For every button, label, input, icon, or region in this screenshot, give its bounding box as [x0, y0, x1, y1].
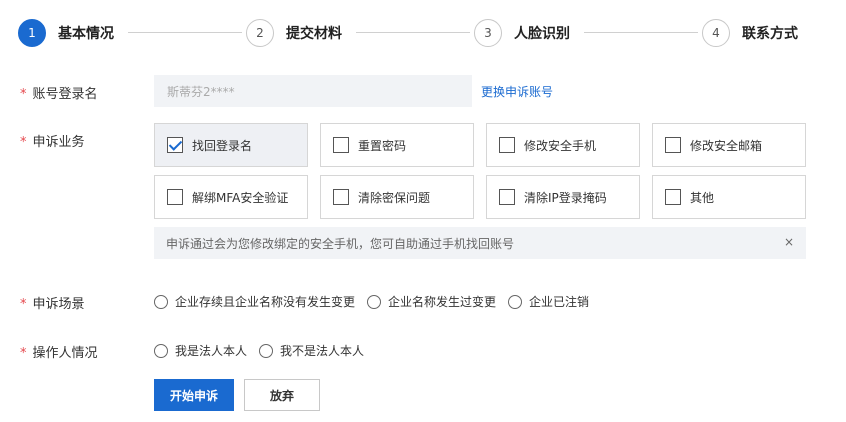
operator-option-not-legal-rep[interactable]: 我不是法人本人	[259, 342, 364, 359]
notice-text: 申诉通过会为您修改绑定的安全手机，您可自助通过手机找回账号	[166, 236, 515, 251]
checkbox-icon[interactable]	[665, 189, 681, 205]
business-option-label: 修改安全手机	[524, 138, 597, 153]
radio-icon[interactable]	[154, 343, 168, 358]
change-account-link[interactable]: 更换申诉账号	[481, 83, 553, 100]
checkbox-icon[interactable]	[333, 137, 349, 153]
business-option-clear-security-question[interactable]: 清除密保问题	[320, 175, 474, 219]
scenario-option-deregistered[interactable]: 企业已注销	[508, 293, 589, 310]
scenario-option-active[interactable]: 企业存续且企业名称没有发生变更	[154, 293, 355, 310]
step-connector	[584, 32, 698, 33]
business-label-text: 申诉业务	[32, 135, 85, 150]
business-option-unbind-mfa[interactable]: 解绑MFA安全验证	[154, 175, 308, 219]
step-label: 人脸识别	[514, 26, 570, 42]
account-name-field: 斯蒂芬2****	[154, 75, 472, 107]
account-label: * 账号登录名	[20, 83, 98, 102]
required-mark: *	[20, 297, 27, 312]
step-number: 3	[474, 19, 502, 47]
operator-label: * 操作人情况	[20, 342, 98, 361]
checkbox-icon[interactable]	[333, 189, 349, 205]
required-mark: *	[20, 135, 27, 150]
radio-label: 企业存续且企业名称没有发生变更	[175, 295, 356, 309]
business-option-other[interactable]: 其他	[652, 175, 806, 219]
operator-radio-group: 我是法人本人 我不是法人本人	[154, 342, 376, 359]
radio-label: 企业已注销	[529, 295, 590, 309]
checkbox-icon[interactable]	[499, 189, 515, 205]
business-option-label: 修改安全邮箱	[690, 138, 763, 153]
scenario-radio-group: 企业存续且企业名称没有发生变更 企业名称发生过变更 企业已注销	[154, 293, 601, 310]
account-label-text: 账号登录名	[32, 87, 98, 102]
step-label: 联系方式	[742, 26, 798, 42]
operator-option-legal-rep[interactable]: 我是法人本人	[154, 342, 247, 359]
close-icon[interactable]: ×	[784, 235, 794, 249]
checkbox-icon[interactable]	[167, 189, 183, 205]
required-mark: *	[20, 87, 27, 102]
step-connector	[128, 32, 242, 33]
business-notice: 申诉通过会为您修改绑定的安全手机，您可自助通过手机找回账号 ×	[154, 227, 806, 259]
abandon-button[interactable]: 放弃	[244, 379, 320, 411]
radio-label: 企业名称发生过变更	[388, 295, 497, 309]
scenario-option-renamed[interactable]: 企业名称发生过变更	[367, 293, 496, 310]
scenario-label: * 申诉场景	[20, 293, 85, 312]
account-name-value: 斯蒂芬2****	[167, 84, 235, 99]
radio-icon[interactable]	[508, 294, 523, 309]
radio-icon[interactable]	[367, 294, 382, 309]
checkbox-checked-icon[interactable]	[167, 137, 183, 153]
step-4: 4 联系方式	[702, 18, 798, 48]
business-option-label: 清除密保问题	[358, 190, 431, 205]
business-option-clear-ip-mask[interactable]: 清除IP登录掩码	[486, 175, 640, 219]
business-option-change-phone[interactable]: 修改安全手机	[486, 123, 640, 167]
checkbox-icon[interactable]	[499, 137, 515, 153]
radio-icon[interactable]	[259, 343, 274, 358]
step-2: 2 提交材料	[246, 18, 342, 48]
start-appeal-button[interactable]: 开始申诉	[154, 379, 234, 411]
radio-label: 我是法人本人	[175, 344, 248, 358]
business-option-label: 其他	[690, 190, 715, 205]
business-option-reset-password[interactable]: 重置密码	[320, 123, 474, 167]
scenario-label-text: 申诉场景	[32, 297, 85, 312]
business-option-label: 解绑MFA安全验证	[192, 190, 289, 205]
step-1: 1 基本情况	[18, 18, 114, 48]
step-label: 基本情况	[58, 26, 114, 42]
step-3: 3 人脸识别	[474, 18, 570, 48]
business-option-change-email[interactable]: 修改安全邮箱	[652, 123, 806, 167]
radio-label: 我不是法人本人	[280, 344, 365, 358]
business-option-retrieve-login[interactable]: 找回登录名	[154, 123, 308, 167]
step-label: 提交材料	[286, 26, 342, 42]
steps-bar: 1 基本情况 2 提交材料 3 人脸识别 4 联系方式	[18, 18, 818, 48]
step-connector	[356, 32, 470, 33]
step-number: 4	[702, 19, 730, 47]
checkbox-icon[interactable]	[665, 137, 681, 153]
radio-icon[interactable]	[154, 294, 168, 309]
business-option-label: 找回登录名	[192, 138, 253, 153]
business-label: * 申诉业务	[20, 131, 85, 150]
step-number: 2	[246, 19, 274, 47]
business-option-label: 重置密码	[358, 138, 407, 153]
operator-label-text: 操作人情况	[32, 346, 98, 361]
step-number: 1	[18, 19, 46, 47]
business-option-label: 清除IP登录掩码	[524, 190, 607, 205]
required-mark: *	[20, 346, 27, 361]
